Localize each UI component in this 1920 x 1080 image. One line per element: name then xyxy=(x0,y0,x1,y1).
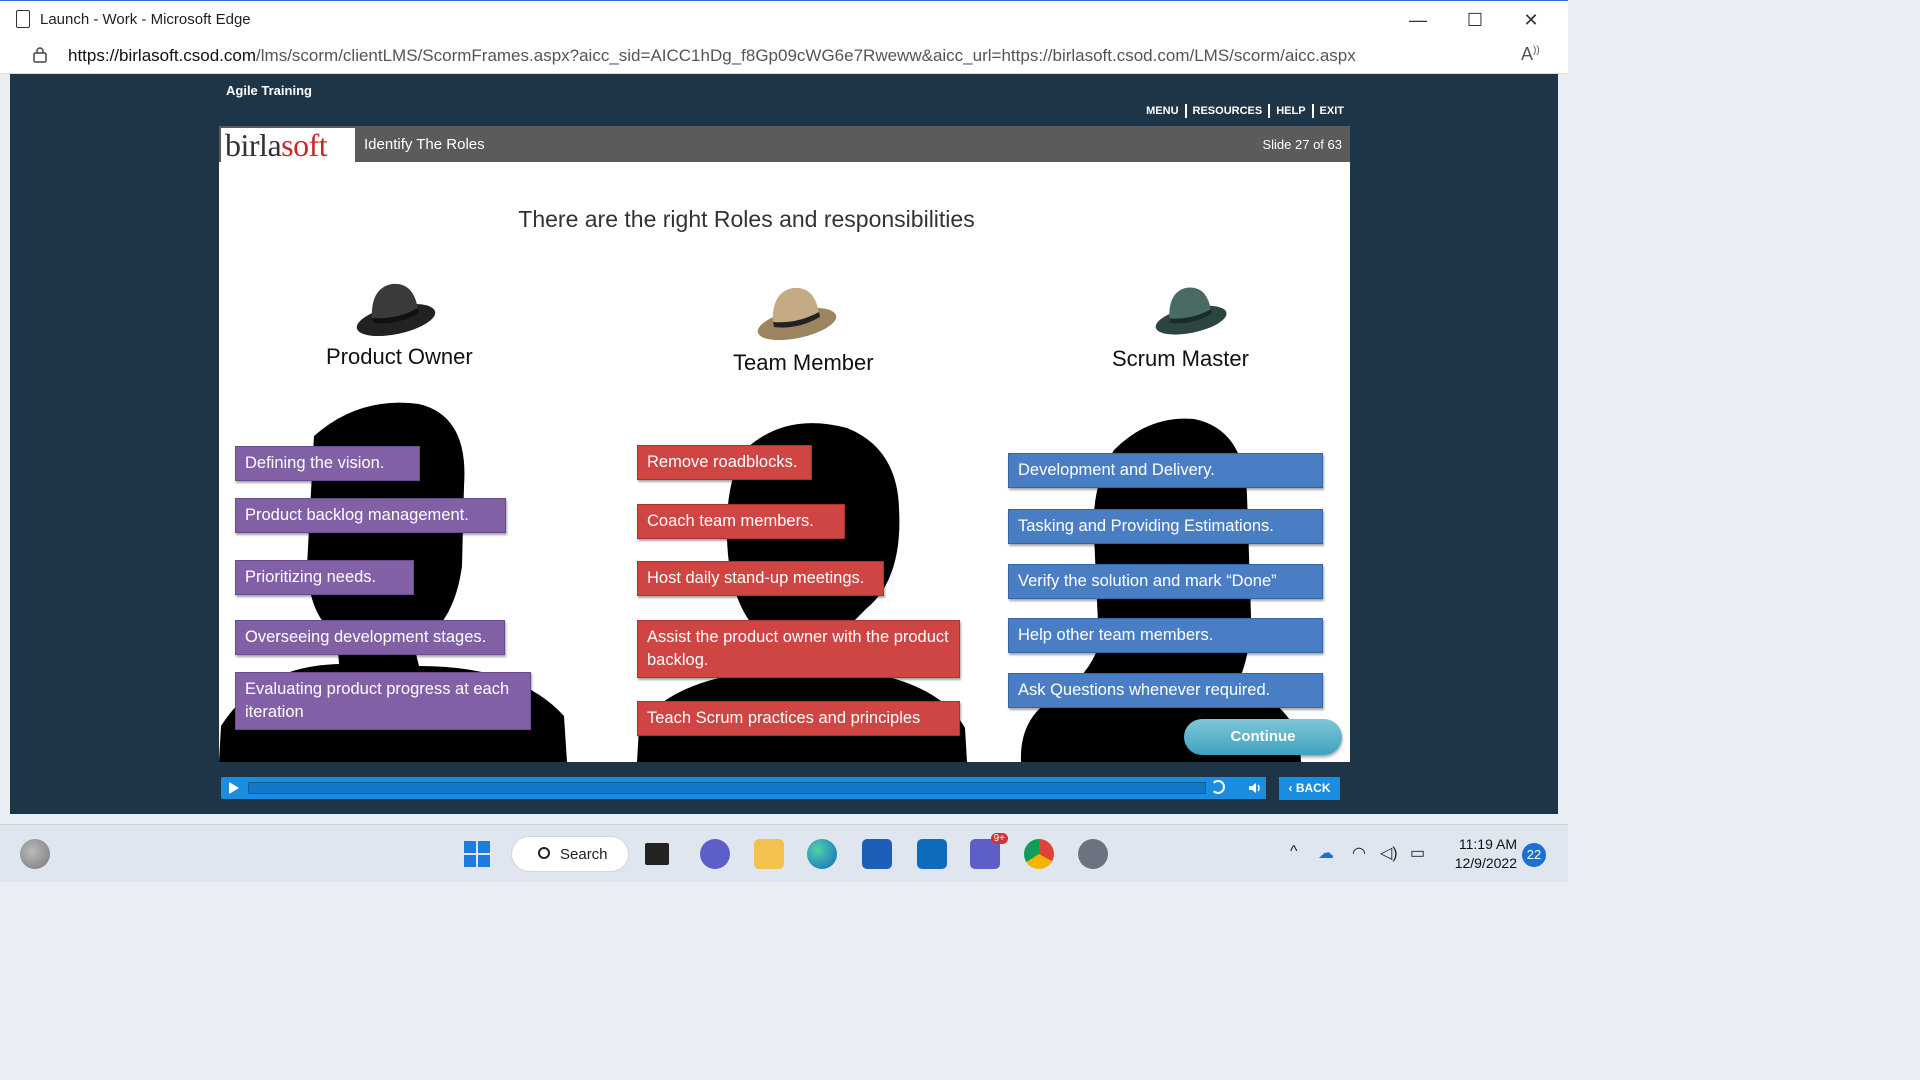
nav-separator xyxy=(1311,104,1314,118)
battery-icon[interactable]: ▭ xyxy=(1410,843,1425,863)
onedrive-icon[interactable]: ☁ xyxy=(1318,843,1334,863)
weather-icon[interactable] xyxy=(20,839,50,869)
outlook-icon[interactable] xyxy=(917,839,947,869)
nav-help[interactable]: HELP xyxy=(1276,105,1305,117)
url-field[interactable]: https://birlasoft.csod.com/lms/scorm/cli… xyxy=(68,46,1356,66)
product-owner-item: Overseeing development stages. xyxy=(235,620,505,655)
taskbar-search[interactable]: Search xyxy=(511,836,629,872)
window-titlebar: Launch - Work - Microsoft Edge — ☐ ✕ xyxy=(0,0,1568,38)
windows-start-icon[interactable] xyxy=(462,839,492,869)
read-aloud-icon[interactable]: A)) xyxy=(1521,44,1540,65)
logo-prefix: birla xyxy=(225,127,282,163)
clock-time: 11:19 AM xyxy=(1458,836,1517,852)
scrum-master-item: Verify the solution and mark “Done” xyxy=(1008,564,1323,599)
nav-separator xyxy=(1268,104,1271,118)
lock-icon[interactable] xyxy=(33,47,47,63)
player-bar xyxy=(221,777,1248,799)
scrum-master-item: Ask Questions whenever required. xyxy=(1008,673,1323,708)
team-member-item: Teach Scrum practices and principles xyxy=(637,701,960,736)
clock[interactable]: 11:19 AM 12/9/2022 xyxy=(1447,835,1517,873)
minimize-button[interactable]: — xyxy=(1398,7,1438,33)
seek-bar[interactable] xyxy=(248,782,1206,794)
page-icon xyxy=(16,10,30,28)
replay-icon[interactable] xyxy=(1211,780,1225,794)
slide-header: birlasoft Identify The Roles Slide 27 of… xyxy=(219,126,1350,162)
url-host: https://birlasoft.csod.com xyxy=(68,46,257,65)
product-owner-item: Defining the vision. xyxy=(235,446,420,481)
product-owner-item: Evaluating product progress at each iter… xyxy=(235,672,531,730)
course-title: Agile Training xyxy=(226,83,312,98)
wifi-icon[interactable]: ◠ xyxy=(1352,843,1366,863)
team-member-item: Coach team members. xyxy=(637,504,845,539)
back-button[interactable]: ‹ BACK xyxy=(1279,777,1340,800)
birlasoft-logo: birlasoft xyxy=(221,128,355,162)
settings-gear-icon[interactable] xyxy=(1078,839,1108,869)
volume-button[interactable] xyxy=(1244,777,1266,799)
scrum-master-item: Development and Delivery. xyxy=(1008,453,1323,488)
search-icon xyxy=(538,847,550,859)
slide: birlasoft Identify The Roles Slide 27 of… xyxy=(219,126,1350,762)
play-icon[interactable] xyxy=(229,782,239,794)
chevron-left-icon: ‹ xyxy=(1288,781,1293,795)
back-label: BACK xyxy=(1295,781,1331,795)
lms-player: Agile Training MENU RESOURCES HELP EXIT … xyxy=(10,74,1558,814)
top-nav: MENU RESOURCES HELP EXIT xyxy=(1146,104,1344,118)
close-button[interactable]: ✕ xyxy=(1511,7,1551,33)
nav-separator xyxy=(1184,104,1187,118)
black-hat-icon xyxy=(356,283,436,337)
chevron-up-icon[interactable]: ^ xyxy=(1290,843,1298,861)
product-owner-item: Prioritizing needs. xyxy=(235,560,414,595)
team-member-item: Host daily stand-up meetings. xyxy=(637,561,884,596)
notification-badge[interactable]: 22 xyxy=(1522,843,1546,867)
teams-icon[interactable]: 9+ xyxy=(970,833,1008,869)
slide-heading: There are the right Roles and responsibi… xyxy=(518,206,975,232)
continue-button[interactable]: Continue xyxy=(1184,719,1342,755)
tan-hat-icon xyxy=(757,287,837,341)
slide-counter: Slide 27 of 63 xyxy=(1262,137,1342,152)
role-name-team-member: Team Member xyxy=(733,350,874,375)
address-bar: https://birlasoft.csod.com/lms/scorm/cli… xyxy=(0,38,1568,74)
team-member-item: Remove roadblocks. xyxy=(637,445,812,480)
search-label: Search xyxy=(560,846,608,863)
clock-date: 12/9/2022 xyxy=(1454,855,1517,871)
window-title: Launch - Work - Microsoft Edge xyxy=(40,11,251,28)
scrum-master-item: Help other team members. xyxy=(1008,618,1323,653)
url-path: /lms/scorm/clientLMS/ScormFrames.aspx?ai… xyxy=(256,46,1356,65)
teams-badge: 9+ xyxy=(990,833,1008,844)
logo-suffix: soft xyxy=(281,127,328,163)
green-hat-icon xyxy=(1155,287,1227,335)
nav-resources[interactable]: RESOURCES xyxy=(1193,105,1263,117)
nav-exit[interactable]: EXIT xyxy=(1320,105,1344,117)
role-name-product-owner: Product Owner xyxy=(326,344,473,369)
nav-menu[interactable]: MENU xyxy=(1146,105,1178,117)
chrome-icon[interactable] xyxy=(1024,839,1054,869)
chat-icon[interactable] xyxy=(700,839,730,869)
role-name-scrum-master: Scrum Master xyxy=(1112,346,1249,371)
edge-icon[interactable] xyxy=(807,839,837,869)
task-view-icon[interactable] xyxy=(645,843,669,865)
taskbar: Search 9+ ^ ☁ ◠ ◁) ▭ 11:19 AM 12/9/2022 … xyxy=(0,824,1568,882)
file-explorer-icon[interactable] xyxy=(754,839,784,869)
volume-icon[interactable]: ◁) xyxy=(1380,843,1398,863)
store-icon[interactable] xyxy=(862,839,892,869)
scrum-master-item: Tasking and Providing Estimations. xyxy=(1008,509,1323,544)
speaker-icon xyxy=(1249,783,1260,793)
maximize-button[interactable]: ☐ xyxy=(1455,7,1495,33)
slide-title: Identify The Roles xyxy=(364,136,485,153)
team-member-item: Assist the product owner with the produc… xyxy=(637,620,960,678)
product-owner-item: Product backlog management. xyxy=(235,498,506,533)
